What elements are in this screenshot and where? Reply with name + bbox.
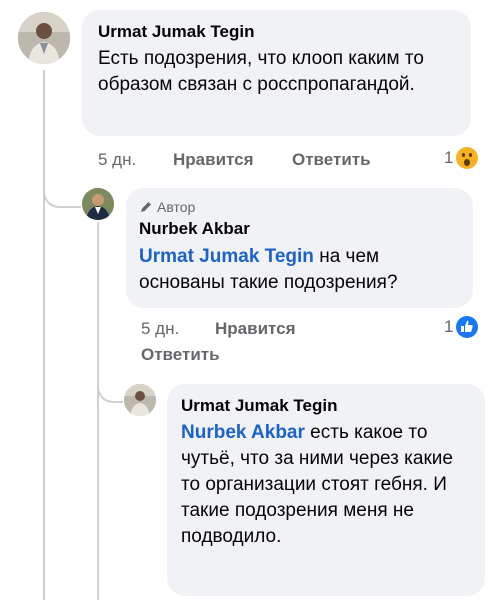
avatar[interactable] [82, 188, 114, 220]
author-badge-label: Автор [157, 199, 196, 215]
user-photo-icon [82, 188, 114, 220]
user-photo-icon [124, 384, 156, 416]
thread-connector-reply-1 [43, 170, 81, 208]
author-badge: Автор [139, 199, 195, 215]
like-button[interactable]: Нравится [215, 319, 296, 339]
reaction-number: 1 [444, 148, 454, 167]
comment-text: Nurbek Akbar есть какое то чутьё, что за… [181, 420, 473, 550]
comment-bubble: Автор Nurbek Akbar Urmat Jumak Tegin на … [126, 188, 473, 308]
user-photo-icon [18, 12, 70, 64]
comment-time[interactable]: 5 дн. [141, 319, 179, 339]
comment-time[interactable]: 5 дн. [98, 150, 136, 170]
reaction-count[interactable]: 1 [444, 147, 479, 169]
comment-author[interactable]: Urmat Jumak Tegin [98, 22, 255, 42]
avatar[interactable] [124, 384, 156, 416]
reaction-count[interactable]: 1 [444, 316, 479, 338]
like-button[interactable]: Нравится [173, 150, 254, 170]
pencil-icon [141, 202, 151, 212]
avatar[interactable] [18, 12, 70, 64]
reply-button[interactable]: Ответить [141, 345, 220, 365]
wow-emoji-icon [456, 147, 479, 169]
mention-link[interactable]: Nurbek Akbar [181, 422, 305, 443]
reply-button[interactable]: Ответить [292, 150, 371, 170]
reaction-number: 1 [444, 317, 454, 336]
like-thumb-icon [456, 316, 479, 338]
comment-text: Urmat Jumak Tegin на чем основаны такие … [139, 244, 459, 296]
thread-connector-reply-2 [97, 365, 123, 403]
comment-bubble: Urmat Jumak Tegin Nurbek Akbar есть како… [167, 384, 485, 596]
comment-bubble: Urmat Jumak Tegin Есть подозрения, что к… [82, 10, 471, 136]
comment-text: Есть подозрения, что клооп каким то обра… [98, 48, 424, 95]
thread-line-main [43, 70, 45, 600]
comment-author[interactable]: Urmat Jumak Tegin [181, 396, 338, 416]
comment-author[interactable]: Nurbek Akbar [139, 219, 250, 239]
mention-link[interactable]: Urmat Jumak Tegin [139, 246, 314, 267]
thread-line-reply [97, 222, 99, 600]
